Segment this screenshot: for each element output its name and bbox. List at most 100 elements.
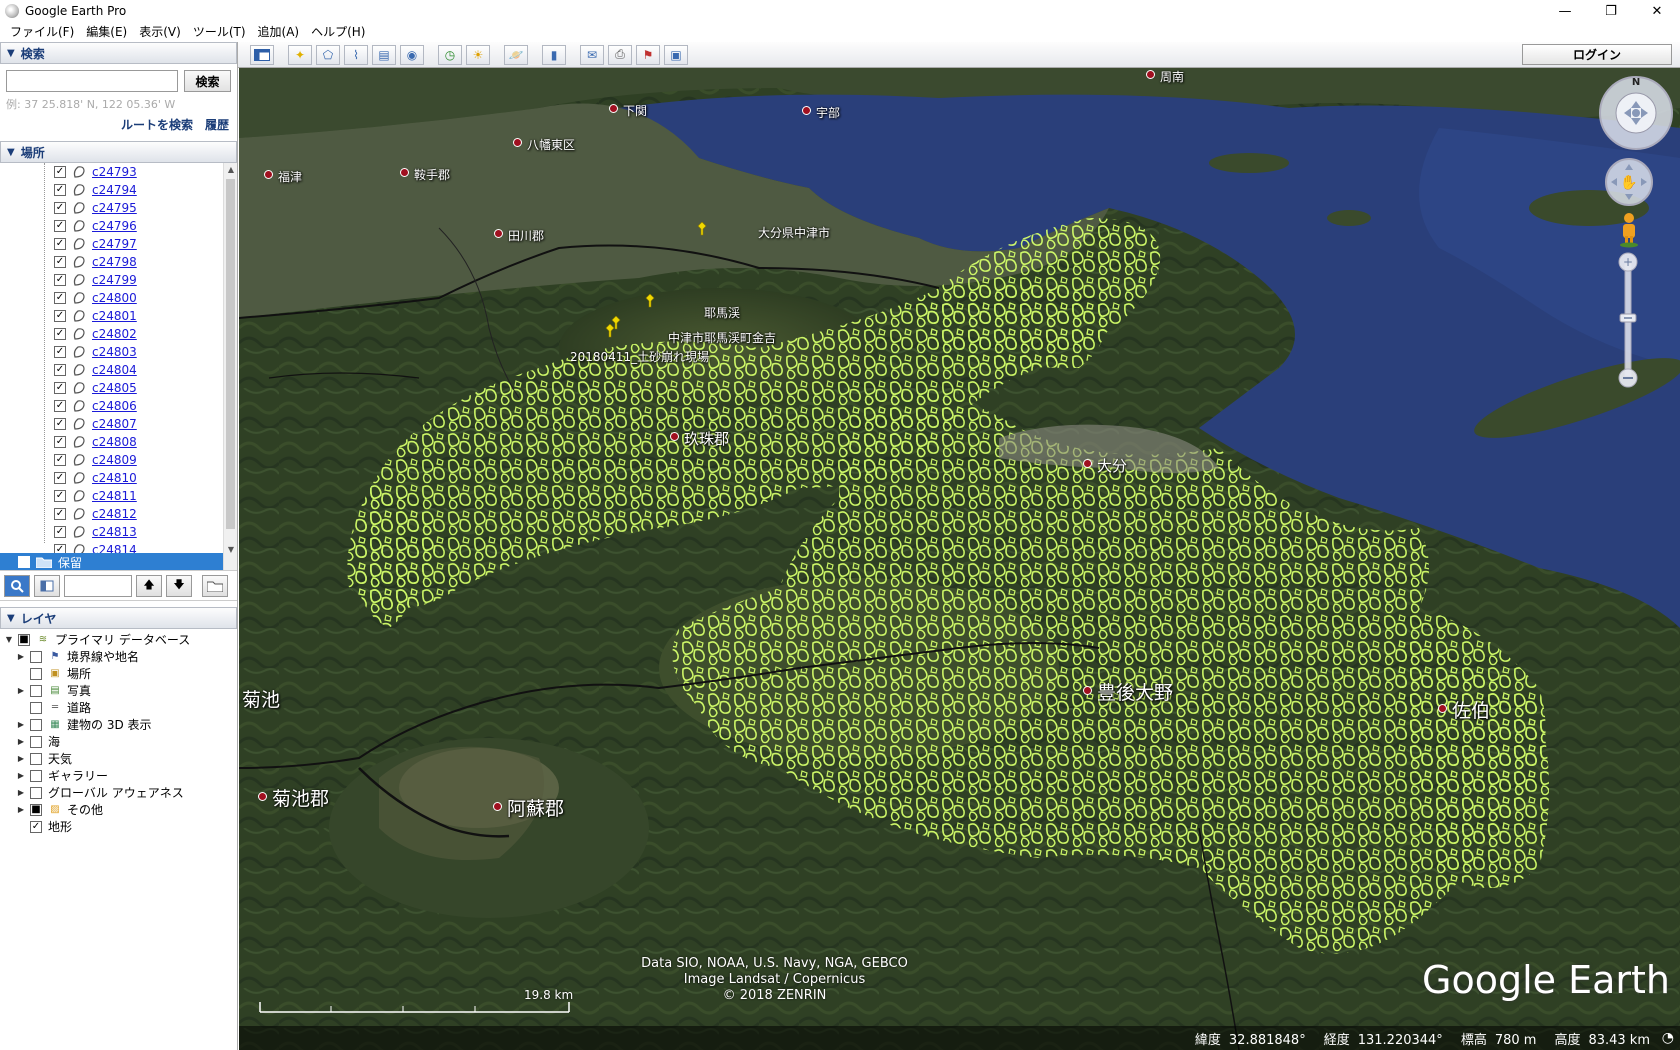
add-image-overlay-button[interactable]: ▤ — [372, 44, 396, 65]
folder-options-button[interactable] — [202, 574, 228, 597]
layer-checkbox[interactable] — [30, 752, 42, 765]
scroll-thumb[interactable] — [226, 179, 235, 529]
place-checkbox[interactable]: ✓ — [54, 274, 66, 286]
places-item[interactable]: ✓ c24799 — [0, 271, 237, 289]
move-joystick[interactable]: ✋ — [1603, 156, 1655, 208]
menu-add[interactable]: 追加(A) — [252, 22, 306, 42]
places-item[interactable]: ✓ c24793 — [0, 163, 237, 181]
places-item[interactable]: ✓ c24809 — [0, 451, 237, 469]
place-checkbox[interactable]: ✓ — [54, 166, 66, 178]
place-link[interactable]: c24797 — [92, 237, 137, 251]
places-item[interactable]: ✓ c24798 — [0, 253, 237, 271]
place-checkbox[interactable]: ✓ — [54, 364, 66, 376]
hold-checkbox[interactable]: ✓ — [18, 556, 30, 568]
map-place-label[interactable]: 菊池郡 — [272, 784, 329, 811]
place-checkbox[interactable]: ✓ — [54, 292, 66, 304]
map-place-label[interactable]: 大分 — [1097, 455, 1127, 476]
map-place-label[interactable]: 20180411_土砂崩れ現場 — [570, 348, 709, 365]
search-input[interactable] — [6, 70, 179, 92]
layer-checkbox[interactable]: ■ — [18, 633, 30, 646]
map-place-label[interactable]: 周南 — [1160, 68, 1184, 85]
layer-checkbox[interactable] — [30, 718, 42, 731]
place-link[interactable]: c24807 — [92, 417, 137, 431]
places-item[interactable]: ✓ c24810 — [0, 469, 237, 487]
layer-item[interactable]: ✓ 地形 — [0, 818, 237, 835]
places-item[interactable]: ✓ c24812 — [0, 505, 237, 523]
layer-item[interactable]: ▶ ギャラリー — [0, 767, 237, 784]
layer-expander-icon[interactable]: ▶ — [16, 754, 26, 763]
layer-checkbox[interactable] — [30, 786, 42, 799]
city-marker-icon[interactable] — [493, 802, 502, 811]
place-link[interactable]: c24798 — [92, 255, 137, 269]
layer-checkbox[interactable] — [30, 769, 42, 782]
close-button[interactable]: ✕ — [1634, 0, 1680, 22]
map-place-label[interactable]: 豊後大野 — [1097, 678, 1173, 705]
layer-expander-icon[interactable]: ▶ — [16, 720, 26, 729]
toggle-panel-button[interactable] — [34, 574, 60, 597]
place-checkbox[interactable]: ✓ — [54, 346, 66, 358]
layer-item[interactable]: ▶ 天気 — [0, 750, 237, 767]
login-button[interactable]: ログイン — [1522, 44, 1672, 65]
switch-planet-button[interactable]: 🪐 — [504, 44, 528, 65]
place-checkbox[interactable]: ✓ — [54, 472, 66, 484]
layer-expander-icon[interactable]: ▶ — [16, 788, 26, 797]
city-marker-icon[interactable] — [670, 432, 679, 441]
places-item[interactable]: ✓ c24805 — [0, 379, 237, 397]
city-marker-icon[interactable] — [400, 168, 409, 177]
look-joystick[interactable]: N — [1597, 74, 1675, 152]
place-checkbox[interactable]: ✓ — [54, 382, 66, 394]
places-item[interactable]: ✓ c24800 — [0, 289, 237, 307]
sunlight-button[interactable]: ☀ — [466, 44, 490, 65]
layer-checkbox[interactable]: ■ — [30, 803, 42, 816]
places-item[interactable]: ✓ c24802 — [0, 325, 237, 343]
place-checkbox[interactable]: ✓ — [54, 238, 66, 250]
place-link[interactable]: c24801 — [92, 309, 137, 323]
places-panel-header[interactable]: ▼ 場所 — [0, 141, 237, 163]
scroll-up-arrow-icon[interactable]: ▲ — [224, 163, 237, 177]
zoom-slider[interactable]: + — [1616, 252, 1640, 388]
place-checkbox[interactable]: ✓ — [54, 454, 66, 466]
place-checkbox[interactable]: ✓ — [54, 436, 66, 448]
layer-item[interactable]: ▼ ■ ≋ プライマリ データベース — [0, 631, 237, 648]
layer-item[interactable]: ▣ 場所 — [0, 665, 237, 682]
scroll-down-arrow-icon[interactable]: ▼ — [224, 543, 237, 557]
email-button[interactable]: ✉ — [580, 44, 604, 65]
city-marker-icon[interactable] — [264, 170, 273, 179]
places-item[interactable]: ✓ c24796 — [0, 217, 237, 235]
places-item[interactable]: ✓ c24806 — [0, 397, 237, 415]
layer-expander-icon[interactable]: ▶ — [16, 686, 26, 695]
place-checkbox[interactable]: ✓ — [54, 400, 66, 412]
layer-checkbox[interactable] — [30, 735, 42, 748]
place-checkbox[interactable]: ✓ — [54, 184, 66, 196]
city-marker-icon[interactable] — [494, 229, 503, 238]
map-place-label[interactable]: 大分県中津市 — [758, 224, 830, 241]
print-button[interactable]: ⎙ — [608, 44, 632, 65]
layer-checkbox[interactable]: ✓ — [30, 820, 42, 833]
route-search-link[interactable]: ルートを検索 — [121, 116, 193, 133]
menu-file[interactable]: ファイル(F) — [4, 22, 80, 42]
menu-help[interactable]: ヘルプ(H) — [305, 22, 371, 42]
street-view-pegman-icon[interactable] — [1617, 212, 1641, 248]
places-item[interactable]: ✓ c24797 — [0, 235, 237, 253]
map-place-label[interactable]: 八幡東区 — [527, 136, 575, 153]
map-place-label[interactable]: 宇部 — [816, 104, 840, 121]
places-item-hold-folder[interactable]: ✓ 保留 — [0, 553, 224, 570]
layer-checkbox[interactable] — [30, 684, 42, 697]
layer-checkbox[interactable] — [30, 667, 42, 680]
map-place-label[interactable]: 阿蘇郡 — [507, 794, 564, 821]
layers-panel-header[interactable]: ▼ レイヤ — [0, 607, 237, 629]
layer-expander-icon[interactable]: ▶ — [16, 805, 26, 814]
places-scrollbar[interactable]: ▲ ▼ — [223, 163, 237, 570]
place-link[interactable]: c24802 — [92, 327, 137, 341]
place-link[interactable]: c24803 — [92, 345, 137, 359]
layer-expander-icon[interactable]: ▶ — [16, 652, 26, 661]
place-link[interactable]: c24808 — [92, 435, 137, 449]
add-path-button[interactable]: ⌇ — [344, 44, 368, 65]
layer-expander-icon[interactable]: ▶ — [16, 771, 26, 780]
layer-checkbox[interactable] — [30, 650, 42, 663]
place-link[interactable]: c24795 — [92, 201, 137, 215]
search-places-button[interactable] — [4, 574, 30, 597]
places-item[interactable]: ✓ c24803 — [0, 343, 237, 361]
place-checkbox[interactable]: ✓ — [54, 490, 66, 502]
layer-item[interactable]: ▶ ■ ▨ その他 — [0, 801, 237, 818]
